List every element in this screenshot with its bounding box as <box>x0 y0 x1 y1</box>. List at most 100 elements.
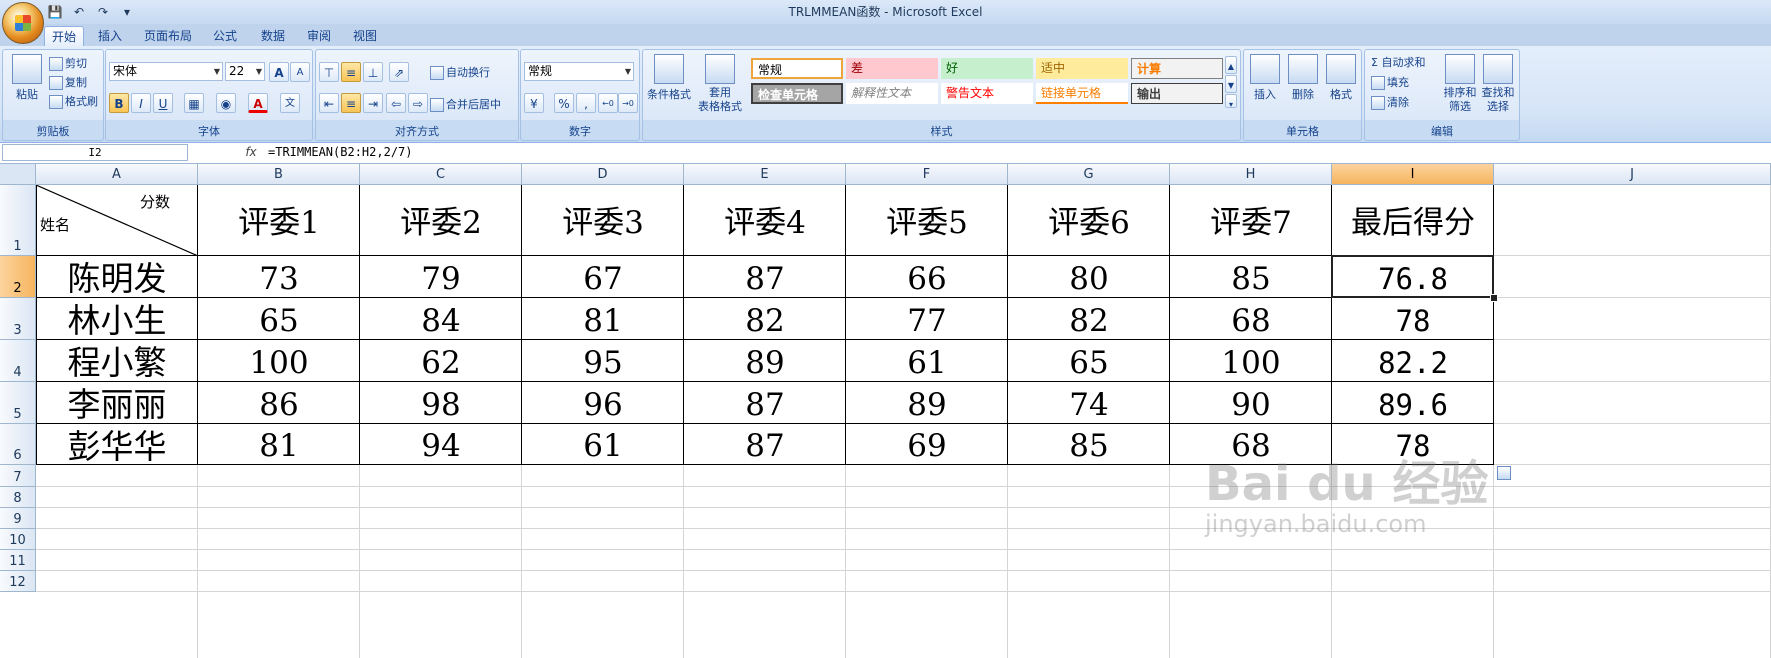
font-name-combo[interactable]: 宋体 ▼ <box>109 62 223 81</box>
phonetic-button[interactable]: 文 <box>280 93 300 113</box>
worksheet-grid[interactable]: A B C D E F G H I J 1 2 3 4 5 6 7 8 9 10 11 12 分数 姓名 评委1 评委2 评委3 评委… <box>0 164 1771 658</box>
row-header-3[interactable]: 3 <box>0 298 36 340</box>
name-box[interactable]: I2 <box>2 144 188 161</box>
merge-center-button[interactable]: 合并后居中 <box>430 96 501 112</box>
italic-button[interactable]: I <box>131 93 151 113</box>
score-cell[interactable]: 94 <box>360 424 522 465</box>
score-cell[interactable]: 79 <box>360 256 522 298</box>
grow-font-button[interactable]: A <box>269 62 289 82</box>
tab-home[interactable]: 开始 <box>44 26 84 47</box>
score-cell[interactable]: 73 <box>198 256 360 298</box>
align-right-button[interactable]: ⇥ <box>363 93 383 113</box>
format-as-table-button[interactable]: 套用 表格格式 <box>695 54 745 114</box>
font-size-combo[interactable]: 22 ▼ <box>225 62 265 81</box>
find-select-button[interactable]: 查找和 选择 <box>1481 54 1515 114</box>
row-header-12[interactable]: 12 <box>0 571 36 592</box>
column-header-h[interactable]: H <box>1170 164 1332 185</box>
row-header-4[interactable]: 4 <box>0 340 36 382</box>
score-cell[interactable]: 100 <box>1170 340 1332 382</box>
undo-icon[interactable]: ↶ <box>70 3 88 21</box>
cut-button[interactable]: 剪切 <box>49 55 87 71</box>
number-format-combo[interactable]: 常规 ▼ <box>524 62 634 81</box>
score-cell[interactable]: 84 <box>360 298 522 340</box>
currency-button[interactable]: ¥ <box>524 93 544 113</box>
tab-formulas[interactable]: 公式 <box>206 26 244 46</box>
style-warning[interactable]: 警告文本 <box>941 83 1033 104</box>
column-header-d[interactable]: D <box>522 164 684 185</box>
score-cell[interactable]: 65 <box>1008 340 1170 382</box>
score-cell[interactable]: 90 <box>1170 382 1332 424</box>
score-cell[interactable]: 68 <box>1170 298 1332 340</box>
align-middle-button[interactable]: ≡ <box>341 62 361 82</box>
row-header-9[interactable]: 9 <box>0 508 36 529</box>
score-cell[interactable]: 74 <box>1008 382 1170 424</box>
score-cell[interactable]: 81 <box>522 298 684 340</box>
formula-input[interactable]: =TRIMMEAN(B2:H2,2/7) <box>268 144 413 161</box>
score-cell[interactable]: 82 <box>1008 298 1170 340</box>
tab-review[interactable]: 审阅 <box>300 26 338 46</box>
copy-button[interactable]: 复制 <box>49 74 87 90</box>
score-cell[interactable]: 61 <box>522 424 684 465</box>
save-icon[interactable]: 💾 <box>46 3 64 21</box>
fill-color-button[interactable]: ◉ <box>216 93 236 113</box>
score-cell[interactable]: 61 <box>846 340 1008 382</box>
tab-view[interactable]: 视图 <box>346 26 384 46</box>
final-score-cell[interactable]: 89.6 <box>1332 382 1494 424</box>
column-header-f[interactable]: F <box>846 164 1008 185</box>
fill-handle[interactable] <box>1490 294 1498 302</box>
score-cell[interactable]: 85 <box>1008 424 1170 465</box>
score-cell[interactable]: 67 <box>522 256 684 298</box>
column-header-a[interactable]: A <box>36 164 198 185</box>
delete-cells-button[interactable]: 删除 <box>1286 54 1320 102</box>
increase-decimal-button[interactable]: ←0 <box>598 93 618 113</box>
underline-button[interactable]: U <box>153 93 173 113</box>
align-left-button[interactable]: ⇤ <box>319 93 339 113</box>
style-output[interactable]: 输出 <box>1131 83 1223 104</box>
styles-scroll-up[interactable]: ▲ <box>1225 56 1237 74</box>
column-header-j[interactable]: J <box>1494 164 1771 185</box>
sort-filter-button[interactable]: 排序和 筛选 <box>1443 54 1477 114</box>
row-header-6[interactable]: 6 <box>0 424 36 465</box>
bold-button[interactable]: B <box>109 93 129 113</box>
score-cell[interactable]: 82 <box>684 298 846 340</box>
paste-button[interactable]: 粘贴 <box>9 54 45 102</box>
redo-icon[interactable]: ↷ <box>94 3 112 21</box>
style-check-cell[interactable]: 检查单元格 <box>751 83 843 104</box>
style-bad[interactable]: 差 <box>846 58 938 79</box>
score-cell[interactable]: 77 <box>846 298 1008 340</box>
styles-more[interactable]: ▾ <box>1225 94 1237 109</box>
row-header-8[interactable]: 8 <box>0 487 36 508</box>
score-cell[interactable]: 98 <box>360 382 522 424</box>
score-cell[interactable]: 66 <box>846 256 1008 298</box>
score-cell[interactable]: 86 <box>198 382 360 424</box>
increase-indent-button[interactable]: ⇨ <box>408 93 428 113</box>
style-neutral[interactable]: 适中 <box>1036 58 1128 79</box>
row-header-11[interactable]: 11 <box>0 550 36 571</box>
office-button[interactable] <box>2 2 44 44</box>
font-color-button[interactable]: A <box>248 93 268 113</box>
row-header-7[interactable]: 7 <box>0 465 36 487</box>
decrease-decimal-button[interactable]: →0 <box>618 93 638 113</box>
tab-page-layout[interactable]: 页面布局 <box>140 26 196 46</box>
customize-qat-icon[interactable]: ▾ <box>118 3 136 21</box>
select-all-corner[interactable] <box>0 164 36 185</box>
row-header-5[interactable]: 5 <box>0 382 36 424</box>
final-score-cell[interactable]: 78 <box>1332 298 1494 340</box>
column-header-e[interactable]: E <box>684 164 846 185</box>
autosum-button[interactable]: Σ 自动求和 <box>1371 54 1425 70</box>
score-cell[interactable]: 65 <box>198 298 360 340</box>
insert-cells-button[interactable]: 插入 <box>1248 54 1282 102</box>
format-painter-button[interactable]: 格式刷 <box>49 93 98 109</box>
align-bottom-button[interactable]: ⊥ <box>363 62 383 82</box>
score-cell[interactable]: 69 <box>846 424 1008 465</box>
tab-insert[interactable]: 插入 <box>90 26 130 46</box>
score-cell[interactable]: 80 <box>1008 256 1170 298</box>
score-cell[interactable]: 87 <box>684 256 846 298</box>
comma-button[interactable]: , <box>576 93 596 113</box>
score-cell[interactable]: 89 <box>846 382 1008 424</box>
row-header-10[interactable]: 10 <box>0 529 36 550</box>
column-header-b[interactable]: B <box>198 164 360 185</box>
shrink-font-button[interactable]: A <box>290 62 310 82</box>
score-cell[interactable]: 95 <box>522 340 684 382</box>
score-cell[interactable]: 89 <box>684 340 846 382</box>
